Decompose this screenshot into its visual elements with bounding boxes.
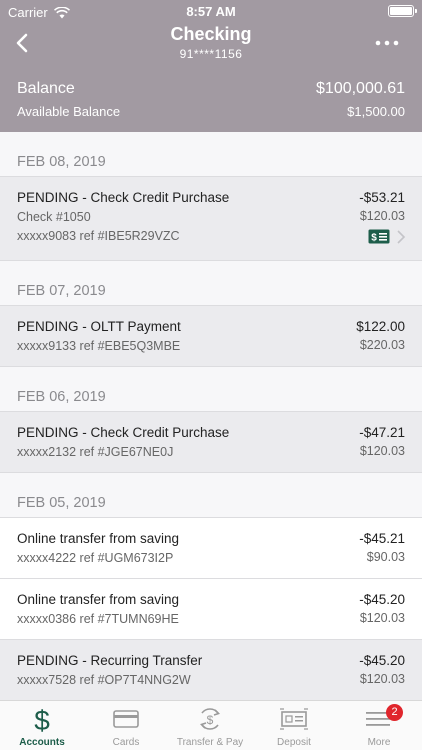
transaction-amount: -$47.21 — [359, 425, 405, 440]
check-image-icon[interactable]: $ — [368, 229, 390, 244]
transaction-reference: xxxxx7528 ref #OP7T4NNG2W — [17, 673, 191, 687]
available-balance-value: $1,500.00 — [347, 104, 405, 119]
svg-text:$: $ — [207, 713, 214, 727]
tab-accounts[interactable]: $ Accounts — [0, 701, 84, 750]
svg-text:$: $ — [371, 233, 377, 244]
card-icon — [113, 710, 139, 728]
deposit-icon — [280, 708, 308, 730]
transaction-description: Online transfer from saving — [17, 592, 180, 607]
transaction-row[interactable]: PENDING - Check Credit Purchase Check #1… — [0, 177, 422, 261]
transaction-reference: xxxxx0386 ref #7TUMN69HE — [17, 612, 179, 626]
transaction-row[interactable]: PENDING - Recurring Transfer xxxxx7528 r… — [0, 640, 422, 700]
balance-label: Balance — [17, 80, 75, 97]
tab-transfer-pay[interactable]: $ Transfer & Pay — [168, 701, 252, 750]
transaction-amount: -$45.21 — [359, 531, 405, 546]
transaction-reference: xxxxx9133 ref #EBE5Q3MBE — [17, 339, 181, 353]
notification-badge: 2 — [386, 704, 403, 721]
date-header: FEB 08, 2019 — [0, 132, 422, 177]
transaction-row[interactable]: Online transfer from saving xxxxx4222 re… — [0, 518, 422, 579]
running-balance: $220.03 — [359, 338, 405, 352]
ellipsis-icon — [375, 40, 399, 46]
more-options-button[interactable] — [374, 36, 402, 48]
tab-label: More — [367, 737, 391, 748]
tab-cards[interactable]: Cards — [84, 701, 168, 750]
transaction-description: PENDING - Check Credit Purchase — [17, 425, 230, 440]
status-time: 8:57 AM — [186, 4, 236, 19]
date-header: FEB 07, 2019 — [0, 261, 422, 306]
transaction-amount: -$45.20 — [359, 653, 405, 668]
transaction-amount: -$53.21 — [359, 190, 405, 205]
tab-label: Accounts — [19, 737, 65, 748]
check-number: Check #1050 — [17, 210, 91, 224]
transaction-reference: xxxxx9083 ref #IBE5R29VZC — [17, 229, 180, 243]
transaction-reference: xxxxx4222 ref #UGM673I2P — [17, 551, 174, 565]
running-balance: $120.03 — [359, 209, 405, 223]
tab-deposit[interactable]: Deposit — [252, 701, 336, 750]
running-balance: $120.03 — [359, 444, 405, 458]
transaction-description: PENDING - Recurring Transfer — [17, 653, 203, 668]
dollar-icon: $ — [34, 705, 50, 733]
transaction-row[interactable]: Online transfer from saving xxxxx0386 re… — [0, 579, 422, 640]
available-balance-label: Available Balance — [17, 104, 121, 119]
svg-text:$: $ — [34, 705, 50, 733]
chevron-right-icon — [397, 230, 406, 244]
account-number: 91****1156 — [179, 47, 243, 61]
transaction-row[interactable]: PENDING - Check Credit Purchase xxxxx213… — [0, 412, 422, 473]
tab-label: Deposit — [277, 737, 311, 748]
transaction-description: PENDING - OLTT Payment — [17, 319, 181, 334]
transfer-icon: $ — [200, 708, 220, 730]
tab-label: Transfer & Pay — [176, 737, 244, 748]
balance-value: $100,000.61 — [316, 80, 405, 97]
transaction-list[interactable]: FEB 08, 2019 PENDING - Check Credit Purc… — [0, 132, 422, 700]
tab-label: Cards — [112, 737, 140, 748]
battery-icon — [388, 5, 417, 17]
account-header: Carrier 8:57 AM Checking 91****1156 Bala… — [0, 0, 422, 132]
transaction-description: Online transfer from saving — [17, 531, 180, 546]
running-balance: $90.03 — [366, 550, 405, 564]
status-bar: Carrier 8:57 AM — [0, 0, 422, 22]
tab-more[interactable]: 2 More — [336, 701, 422, 750]
transaction-amount: -$45.20 — [359, 592, 405, 607]
transaction-row[interactable]: PENDING - OLTT Payment xxxxx9133 ref #EB… — [0, 306, 422, 367]
tab-bar: $ Accounts Cards $ Transfer & Pay Deposi… — [0, 700, 422, 750]
transaction-amount: $122.00 — [356, 319, 405, 334]
date-header: FEB 05, 2019 — [0, 473, 422, 518]
running-balance: $120.03 — [359, 672, 405, 686]
date-header: FEB 06, 2019 — [0, 367, 422, 412]
page-title: Checking — [170, 24, 252, 44]
transaction-reference: xxxxx2132 ref #JGE67NE0J — [17, 445, 174, 459]
transaction-description: PENDING - Check Credit Purchase — [17, 190, 230, 205]
running-balance: $120.03 — [359, 611, 405, 625]
